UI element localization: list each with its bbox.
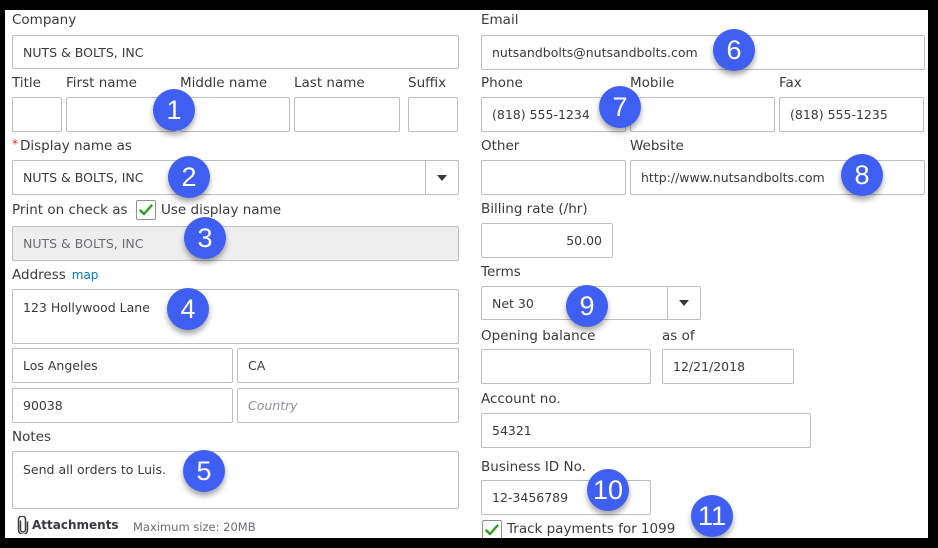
caret-down-icon: [679, 300, 689, 306]
middle-name-label: Middle name: [180, 75, 268, 91]
other-label: Other: [481, 138, 520, 154]
as-of-date-input[interactable]: 12/21/2018: [662, 349, 794, 384]
state-value: CA: [248, 358, 266, 373]
first-name-label: First name: [66, 75, 137, 91]
checkmark-icon: [485, 524, 499, 536]
terms-label: Terms: [481, 264, 521, 280]
account-no-label: Account no.: [481, 391, 561, 407]
track-1099-label: Track payments for 1099: [507, 521, 676, 537]
street-address-input[interactable]: 123 Hollywood Lane: [12, 289, 459, 344]
billing-rate-label: Billing rate (/hr): [481, 201, 588, 217]
country-placeholder: Country: [248, 398, 298, 413]
attachments-label: Attachments: [32, 518, 119, 532]
checkmark-icon: [139, 204, 153, 216]
title-input[interactable]: [12, 97, 62, 132]
use-display-name-label: Use display name: [161, 202, 282, 218]
website-label: Website: [630, 138, 684, 154]
zip-value: 90038: [23, 398, 63, 413]
phone-value: (818) 555-1234: [492, 107, 590, 122]
display-name-label-text: Display name as: [20, 138, 132, 154]
country-input[interactable]: Country: [237, 388, 459, 423]
callout-badge: 7: [599, 86, 641, 128]
notes-value: Send all orders to Luis.: [23, 462, 166, 477]
state-input[interactable]: CA: [237, 348, 459, 383]
terms-value: Net 30: [492, 295, 534, 311]
address-label-text: Address: [12, 267, 66, 283]
attachments-max-size: Maximum size: 20MB: [133, 520, 256, 534]
print-on-check-value: NUTS & BOLTS, INC: [23, 236, 144, 251]
fax-input[interactable]: (818) 555-1235: [779, 97, 924, 132]
address-label: Address map: [12, 267, 98, 283]
email-label: Email: [481, 12, 519, 28]
suffix-label: Suffix: [408, 75, 447, 91]
account-no-input[interactable]: 54321: [481, 413, 811, 448]
display-name-label: * Display name as: [12, 137, 132, 154]
display-name-dropdown-button[interactable]: [425, 161, 458, 194]
fax-value: (818) 555-1235: [790, 107, 888, 122]
required-indicator: *: [12, 137, 18, 151]
title-label: Title: [12, 75, 41, 91]
fax-label: Fax: [779, 75, 802, 91]
last-name-label: Last name: [294, 75, 365, 91]
notes-textarea[interactable]: Send all orders to Luis.: [12, 451, 459, 509]
notes-label: Notes: [12, 429, 51, 445]
street-value: 123 Hollywood Lane: [23, 300, 150, 315]
caret-down-icon: [437, 174, 447, 181]
attachments-button[interactable]: Attachments: [17, 516, 119, 534]
suffix-input[interactable]: [408, 97, 458, 132]
callout-badge: 6: [713, 29, 755, 71]
company-value: NUTS & BOLTS, INC: [23, 44, 144, 60]
print-on-check-input: NUTS & BOLTS, INC: [12, 226, 459, 261]
callout-badge: 2: [168, 156, 210, 198]
vendor-form: Company NUTS & BOLTS, INC Title First na…: [5, 10, 928, 538]
zip-input[interactable]: 90038: [12, 388, 233, 423]
callout-badge: 11: [691, 495, 733, 537]
display-name-dropdown[interactable]: NUTS & BOLTS, INC: [12, 160, 459, 195]
account-no-value: 54321: [492, 423, 532, 438]
callout-badge: 4: [167, 288, 209, 330]
print-on-check-label: Print on check as: [12, 202, 128, 218]
callout-badge: 10: [587, 469, 629, 511]
track-1099-checkbox[interactable]: [482, 520, 502, 538]
callout-badge: 1: [153, 89, 195, 131]
city-value: Los Angeles: [23, 358, 98, 373]
terms-dropdown-button[interactable]: [667, 287, 700, 319]
as-of-label: as of: [662, 328, 695, 344]
mobile-label: Mobile: [630, 75, 675, 91]
website-value: http://www.nutsandbolts.com: [641, 170, 825, 185]
billing-rate-value: 50.00: [566, 233, 602, 248]
callout-badge: 9: [566, 285, 608, 327]
phone-label: Phone: [481, 75, 523, 91]
business-id-value: 12-3456789: [492, 490, 569, 505]
use-display-name-checkbox[interactable]: [136, 200, 156, 220]
paperclip-icon: [17, 516, 29, 534]
last-name-input[interactable]: [294, 97, 400, 132]
opening-balance-label: Opening balance: [481, 328, 596, 344]
email-value: nutsandbolts@nutsandbolts.com: [492, 45, 698, 60]
as-of-value: 12/21/2018: [673, 359, 746, 374]
other-input[interactable]: [481, 160, 626, 195]
opening-balance-input[interactable]: [481, 349, 651, 384]
mobile-input[interactable]: [630, 97, 775, 132]
callout-badge: 8: [841, 154, 883, 196]
display-name-value: NUTS & BOLTS, INC: [23, 170, 144, 185]
company-label: Company: [12, 12, 77, 28]
billing-rate-input[interactable]: 50.00: [481, 223, 613, 258]
company-input[interactable]: NUTS & BOLTS, INC: [12, 35, 459, 69]
email-input[interactable]: nutsandbolts@nutsandbolts.com: [481, 35, 925, 70]
callout-badge: 5: [183, 450, 225, 492]
callout-badge: 3: [184, 217, 226, 259]
city-input[interactable]: Los Angeles: [12, 348, 233, 383]
business-id-label: Business ID No.: [481, 459, 586, 475]
middle-name-input[interactable]: [180, 97, 290, 132]
map-link[interactable]: map: [72, 268, 99, 282]
